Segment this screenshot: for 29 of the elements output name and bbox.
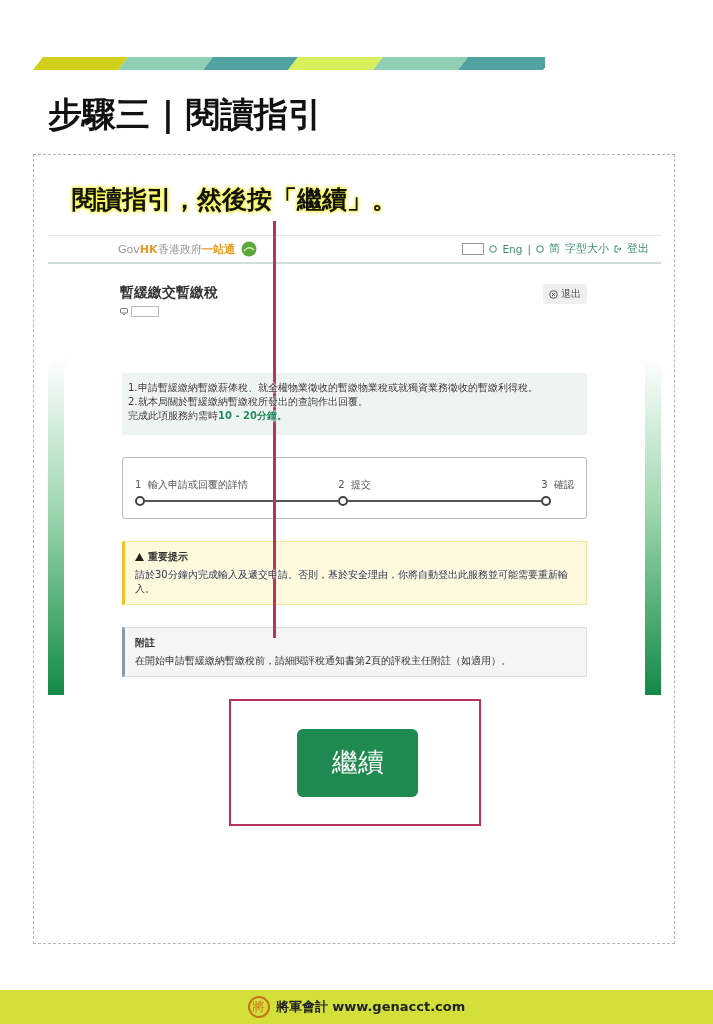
monitor-icon [120, 308, 128, 315]
globe-icon [489, 245, 498, 253]
warning-title: 重要提示 [148, 550, 188, 564]
globe-icon [536, 245, 544, 253]
close-icon [549, 289, 558, 299]
callout-text: 閱讀指引，然後按「繼續」。 [72, 184, 397, 216]
exit-button[interactable]: 退出 [543, 284, 587, 304]
page-title: 暫緩繳交暫繳稅 [120, 284, 218, 302]
brand-logo: 將 [247, 996, 270, 1018]
header-link[interactable]: 字型大小 [565, 242, 609, 256]
note-title: 附註 [135, 636, 156, 650]
step-label: 1 輸入申請或回覆的詳情 [135, 478, 249, 492]
logout-icon [614, 245, 622, 253]
note-text: 在開始申請暫緩繳納暫繳稅前，請細閱評稅通知書第2頁的評稅主任附註（如適用）。 [135, 654, 513, 668]
header-link[interactable]: Eng [502, 243, 523, 255]
warning-icon [135, 553, 144, 561]
site-logo-text[interactable]: GovHK香港政府一站通 [118, 241, 235, 257]
logo-icon [240, 241, 257, 257]
reference-field [131, 306, 159, 317]
step-dot [541, 496, 552, 506]
header-link[interactable]: 简 [549, 242, 560, 256]
continue-button[interactable]: 繼續 [297, 728, 418, 797]
search-field[interactable] [462, 243, 485, 255]
step-label: 2 提交 [338, 478, 372, 492]
separator-text: | [527, 243, 531, 255]
page-heading: 步驟三 | 閱讀指引 [48, 93, 323, 136]
header-link[interactable]: 登出 [627, 242, 649, 256]
footer-text: 將軍會計 www.genacct.com [275, 998, 466, 1016]
step-label: 3 確認 [541, 478, 574, 492]
